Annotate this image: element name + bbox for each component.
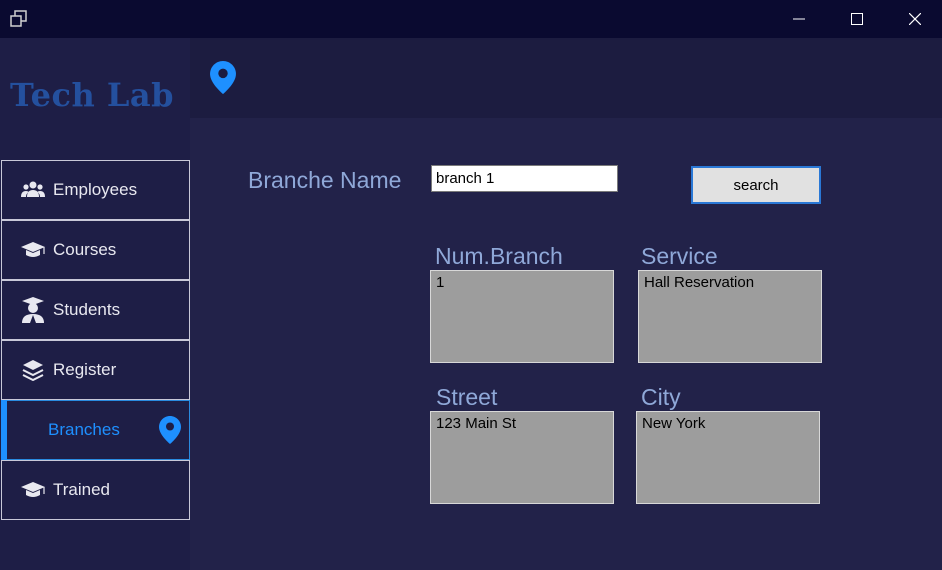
student-icon — [20, 297, 46, 323]
sidebar-item-register[interactable]: Register — [1, 340, 190, 400]
layers-icon — [20, 357, 46, 383]
service-label: Service — [641, 243, 718, 269]
restore-window-icon — [10, 10, 28, 28]
title-bar — [0, 0, 942, 38]
sidebar-item-courses[interactable]: Courses — [1, 220, 190, 280]
sidebar-item-label: Employees — [53, 180, 138, 199]
service-field[interactable]: Hall Reservation — [638, 270, 822, 363]
sidebar-item-students[interactable]: Students — [1, 280, 190, 340]
minimize-icon — [793, 13, 805, 25]
graduation-cap-icon — [20, 477, 46, 503]
sidebar-item-branches[interactable]: Branches — [1, 400, 190, 460]
graduation-cap-icon — [20, 237, 46, 263]
maximize-icon — [851, 13, 863, 25]
minimize-button[interactable] — [770, 0, 828, 38]
sidebar-item-trained[interactable]: Trained — [1, 460, 190, 520]
page-header — [190, 38, 942, 118]
active-indicator — [1, 400, 7, 460]
branch-name-label: Branche Name — [248, 167, 402, 193]
sidebar-item-label: Trained — [53, 480, 111, 499]
sidebar-item-label: Students — [53, 300, 121, 319]
sidebar-item-label: Courses — [53, 240, 117, 259]
num-branch-label: Num.Branch — [435, 243, 563, 269]
street-field[interactable]: 123 Main St — [430, 411, 614, 504]
city-label: City — [641, 384, 681, 410]
city-field[interactable]: New York — [636, 411, 820, 504]
maximize-button[interactable] — [828, 0, 886, 38]
users-icon — [20, 177, 46, 203]
app-logo: Tech Lab — [10, 76, 174, 114]
close-button[interactable] — [886, 0, 942, 38]
branch-name-input[interactable] — [431, 165, 618, 192]
sidebar-item-label: Branches — [48, 420, 120, 439]
map-pin-icon — [210, 61, 236, 99]
map-pin-icon — [159, 416, 181, 449]
search-button[interactable]: search — [691, 166, 821, 204]
street-label: Street — [436, 384, 498, 410]
num-branch-field[interactable]: 1 — [430, 270, 614, 363]
sidebar-item-label: Register — [53, 360, 117, 379]
close-icon — [909, 13, 921, 25]
sidebar-item-employees[interactable]: Employees — [1, 160, 190, 220]
